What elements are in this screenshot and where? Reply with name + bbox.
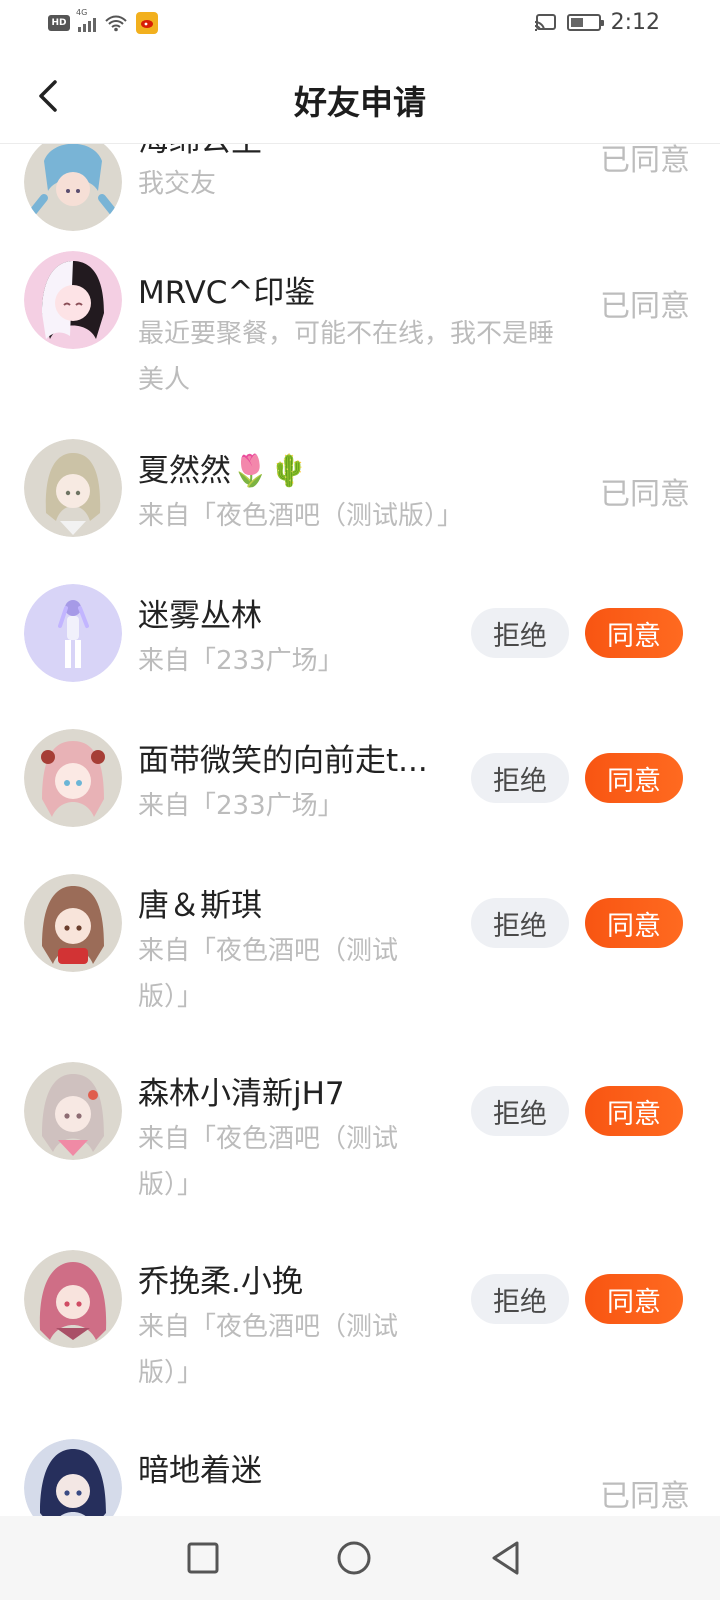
status-right-icons: 2:12 <box>533 10 660 35</box>
system-nav-bar <box>0 1516 720 1600</box>
network-type-label: 4G <box>76 8 88 17</box>
requester-name: 面带微笑的向前走t... <box>138 743 428 779</box>
request-subtext: 我交友 <box>138 169 217 199</box>
square-icon <box>187 1542 219 1574</box>
status-bar: HD 4G 2:12 <box>0 0 720 48</box>
reject-button[interactable]: 拒绝 <box>471 1274 569 1324</box>
avatar[interactable] <box>24 729 122 827</box>
home-button[interactable] <box>332 1536 376 1580</box>
page-title: 好友申请 <box>294 83 426 122</box>
reject-button[interactable]: 拒绝 <box>471 898 569 948</box>
accepted-status: 已同意 <box>600 289 690 324</box>
status-left-icons: HD 4G <box>48 8 158 34</box>
request-subtext: 最近要聚餐，可能不在线，我不是睡美人 <box>138 319 555 395</box>
hd-icon: HD <box>48 15 70 31</box>
reject-button[interactable]: 拒绝 <box>471 608 569 658</box>
accepted-status: 已同意 <box>600 1479 690 1514</box>
avatar[interactable] <box>24 1250 122 1348</box>
avatar[interactable] <box>24 1062 122 1160</box>
accept-button[interactable]: 同意 <box>585 898 683 948</box>
recent-apps-button[interactable] <box>181 1536 225 1580</box>
requester-name: 夏然然🌷🌵 <box>138 453 309 489</box>
requester-name: 暗地着迷 <box>138 1453 262 1489</box>
accept-button[interactable]: 同意 <box>585 1274 683 1324</box>
request-subtext: 来自「夜色酒吧（测试版）」 <box>138 1312 399 1388</box>
status-time: 2:12 <box>610 10 660 35</box>
requester-name: 乔挽柔.小挽 <box>138 1264 303 1300</box>
wifi-icon <box>105 15 127 32</box>
battery-icon <box>566 14 604 31</box>
cast-icon <box>534 13 556 31</box>
avatar[interactable] <box>24 874 122 972</box>
weibo-icon <box>136 12 158 34</box>
accept-button[interactable]: 同意 <box>585 753 683 803</box>
accepted-status: 已同意 <box>600 143 690 178</box>
avatar[interactable] <box>24 143 122 231</box>
reject-button[interactable]: 拒绝 <box>471 753 569 803</box>
nav-back-button[interactable] <box>483 1536 527 1580</box>
signal-icon: 4G <box>76 8 96 32</box>
avatar[interactable] <box>24 251 122 349</box>
circle-icon <box>337 1541 371 1575</box>
requester-name: 迷雾丛林 <box>138 598 262 634</box>
requester-name: 森林小清新jH7 <box>138 1076 345 1112</box>
request-subtext: 来自「夜色酒吧（测试版）」 <box>138 936 399 1012</box>
accept-button[interactable]: 同意 <box>585 608 683 658</box>
request-subtext: 来自「夜色酒吧（测试版）」 <box>138 501 464 531</box>
avatar[interactable] <box>24 439 122 537</box>
triangle-back-icon <box>492 1541 519 1575</box>
requester-name: 海绵公主 <box>138 143 448 163</box>
requester-name: 唐＆斯琪 <box>138 888 262 924</box>
reject-button[interactable]: 拒绝 <box>471 1086 569 1136</box>
avatar[interactable] <box>24 584 122 682</box>
request-subtext: 来自「夜色酒吧（测试版）」 <box>138 1124 399 1200</box>
accept-button[interactable]: 同意 <box>585 1086 683 1136</box>
friend-request-list[interactable]: 海绵公主 我交友 已同意 MRVC^印鉴 最近要聚餐，可能不在线，我不是睡美人 … <box>0 143 720 1516</box>
requester-name: MRVC^印鉴 <box>138 275 316 311</box>
request-subtext: 来自「233广场」 <box>138 646 344 676</box>
header: 好友申请 <box>0 48 720 144</box>
accepted-status: 已同意 <box>600 477 690 512</box>
avatar[interactable] <box>24 1439 122 1516</box>
request-subtext: 来自「233广场」 <box>138 791 344 821</box>
